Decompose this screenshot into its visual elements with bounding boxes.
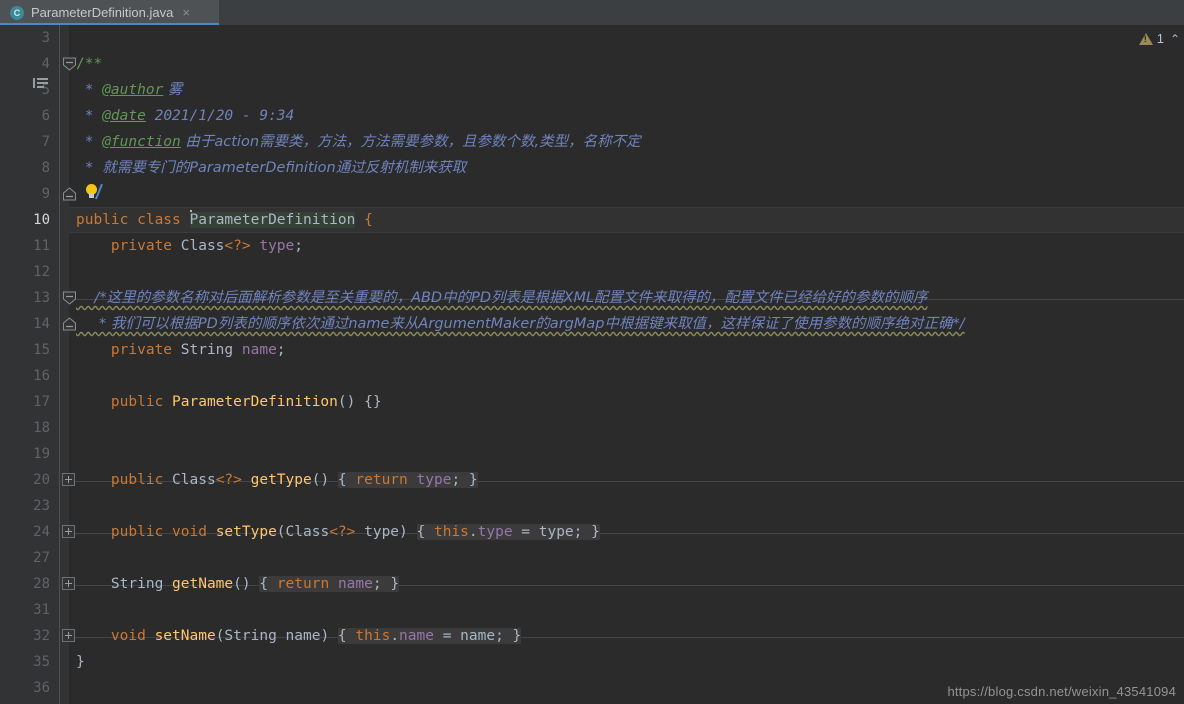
line-number: 15 [33, 342, 50, 358]
code-line[interactable]: 28 String getName() { return name; } [0, 571, 1184, 597]
code-line-current[interactable]: 10 public class ParameterDefinition { [0, 207, 1184, 233]
line-number: 24 [33, 524, 50, 540]
code-line[interactable]: 31 [0, 597, 1184, 623]
code-line[interactable]: 16 [0, 363, 1184, 389]
line-number: 8 [41, 160, 50, 176]
chevron-up-icon[interactable]: ⌃ [1170, 32, 1180, 46]
line-number: 28 [33, 576, 50, 592]
fold-expand-settype-icon[interactable] [62, 525, 75, 538]
line-number: 20 [33, 472, 50, 488]
fold-expand-getname-icon[interactable] [62, 577, 75, 590]
code-line[interactable]: 19 [0, 441, 1184, 467]
fold-collapse-javadoc-icon[interactable] [62, 57, 77, 71]
warning-count: 1 [1156, 31, 1164, 46]
editor-tab-bar: C ParameterDefinition.java × [0, 0, 1184, 25]
tab-filename: ParameterDefinition.java [31, 5, 174, 20]
code-line[interactable]: 8 * 就需要专门的ParameterDefinition通过反射机制来获取 [0, 155, 1184, 181]
code-line[interactable]: 13 /*这里的参数名称对后面解析参数是至关重要的，ABD中的PD列表是根据XM… [0, 285, 1184, 311]
line-number: 3 [41, 30, 50, 46]
line-number: 4 [41, 56, 50, 72]
fold-collapse-comment-icon[interactable] [62, 291, 77, 305]
close-icon[interactable]: × [182, 6, 190, 19]
line-number: 35 [33, 654, 50, 670]
line-number: 18 [33, 420, 50, 436]
code-line[interactable]: 18 [0, 415, 1184, 441]
line-number: 31 [33, 602, 50, 618]
line-number: 9 [41, 186, 50, 202]
line-number: 10 [33, 212, 50, 228]
code-line[interactable]: 7 * @function 由于action需要类，方法，方法需要参数，且参数个… [0, 129, 1184, 155]
line-number: 14 [33, 316, 50, 332]
line-number: 17 [33, 394, 50, 410]
code-line[interactable]: 9 [0, 181, 1184, 207]
code-line[interactable]: 5 * @author 雾 [0, 77, 1184, 103]
code-line[interactable]: 12 [0, 259, 1184, 285]
code-line[interactable]: 32 void setName(String name) { this.name… [0, 623, 1184, 649]
line-number: 11 [33, 238, 50, 254]
line-number: 32 [33, 628, 50, 644]
code-line[interactable]: 15 private String name; [0, 337, 1184, 363]
line-number: 16 [33, 368, 50, 384]
code-line[interactable]: 23 [0, 493, 1184, 519]
line-number: 27 [33, 550, 50, 566]
editor-tab-parameterdefinition[interactable]: C ParameterDefinition.java × [0, 0, 219, 25]
code-line[interactable]: 20 public Class<?> getType() { return ty… [0, 467, 1184, 493]
line-number: 23 [33, 498, 50, 514]
fold-expand-setname-icon[interactable] [62, 629, 75, 642]
java-class-icon: C [10, 5, 24, 20]
code-line[interactable]: 14 * 我们可以根据PD列表的顺序依次通过name来从ArgumentMake… [0, 311, 1184, 337]
code-line[interactable]: 17 public ParameterDefinition() {} [0, 389, 1184, 415]
code-line[interactable]: 27 [0, 545, 1184, 571]
code-line[interactable]: 3 [0, 25, 1184, 51]
fold-region-end-javadoc-icon[interactable] [62, 187, 77, 201]
code-line[interactable]: 11 private Class<?> type; [0, 233, 1184, 259]
line-number: 12 [33, 264, 50, 280]
code-line[interactable]: 4 /** [0, 51, 1184, 77]
ide-window: C ParameterDefinition.java × 3 4 /** 5 *… [0, 0, 1184, 704]
code-editor[interactable]: 3 4 /** 5 * @author 雾 6 * @date 2021/1/2… [0, 25, 1184, 704]
line-number: 6 [41, 108, 50, 124]
code-line[interactable]: 24 public void setType(Class<?> type) { … [0, 519, 1184, 545]
intention-bulb-icon[interactable] [84, 183, 106, 203]
line-number: 13 [33, 290, 50, 306]
warning-triangle-icon [1138, 32, 1153, 45]
line-number: 7 [41, 134, 50, 150]
fold-region-end-comment-icon[interactable] [62, 317, 77, 331]
code-line[interactable]: 35 } [0, 649, 1184, 675]
line-number: 36 [33, 680, 50, 696]
code-line[interactable]: 6 * @date 2021/1/20 - 9:34 [0, 103, 1184, 129]
javadoc-render-icon[interactable] [33, 77, 49, 90]
watermark-url: https://blog.csdn.net/weixin_43541094 [947, 684, 1176, 699]
fold-expand-gettype-icon[interactable] [62, 473, 75, 486]
inspection-status-widget[interactable]: 1 ⌃ [1138, 31, 1180, 46]
line-number: 19 [33, 446, 50, 462]
